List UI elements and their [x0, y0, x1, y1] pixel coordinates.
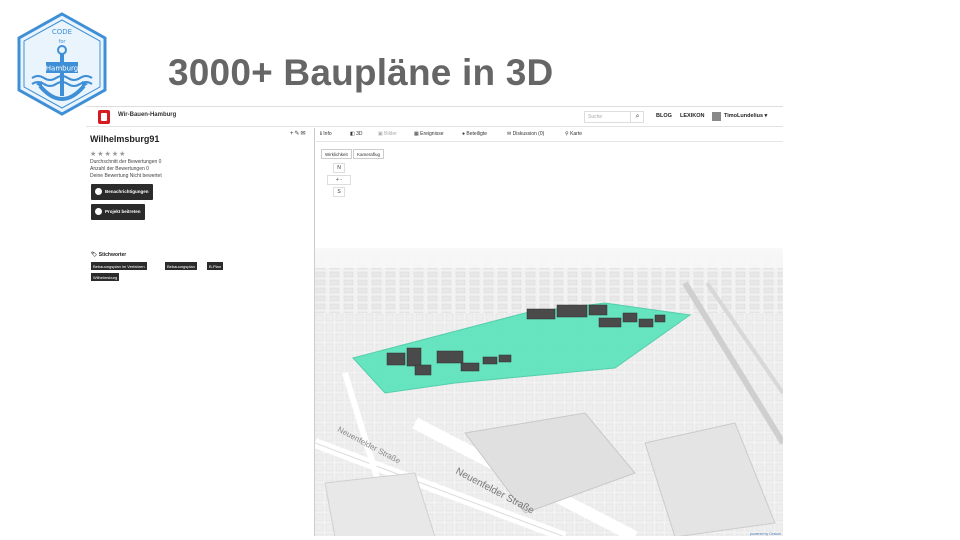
tags-heading: 🏷 Stichworter	[91, 252, 127, 258]
tab-ereignisse-label: Ereignisse	[420, 131, 444, 137]
logo-text-code: CODE	[52, 28, 72, 36]
meta-count: Anzahl der Bewertungen 0	[90, 166, 149, 172]
map-credit[interactable]: powered by Cesium	[750, 532, 781, 536]
site-name[interactable]: Wir-Bauen-Hamburg	[118, 112, 176, 118]
join-project-button[interactable]: Projekt beitreten	[91, 204, 145, 220]
project-title: Wilhelmsburg91	[90, 134, 160, 144]
tab-beteiligte[interactable]: ● Beteiligte	[462, 131, 487, 137]
tab-diskussion-label: Diskussion (0)	[512, 131, 545, 137]
tag-item[interactable]: Bebauungsplan	[165, 262, 197, 270]
tab-info-label: Info	[323, 131, 332, 137]
logo-text-for: for	[59, 39, 67, 45]
search-icon[interactable]: ⌕	[630, 111, 644, 123]
tab-info[interactable]: ℹ Info	[320, 131, 332, 137]
tags-heading-label: Stichworter	[98, 252, 127, 258]
tab-beteiligte-label: Beteiligte	[466, 131, 487, 137]
notifications-button-label: Benachrichtigungen	[105, 189, 149, 194]
nav-link-blog[interactable]: BLOG	[656, 113, 672, 119]
tag-item[interactable]: Wilhelmsburg	[91, 273, 120, 281]
tab-karte-label: Karte	[570, 131, 583, 137]
slide-title: 3000+ Baupläne in 3D	[168, 52, 554, 93]
meta-own-rating: Deine Bewertung Nicht bewertet	[90, 173, 162, 179]
slide: CODE for Hamburg 3000+ Baupläne in 3D Wi…	[0, 0, 960, 540]
tab-bilder-label: Bilder	[384, 131, 397, 137]
logo-text-hamburg: Hamburg	[46, 65, 78, 73]
tab-bilder[interactable]: ▣ Bilder	[378, 131, 397, 137]
code-for-hamburg-logo: CODE for Hamburg	[17, 12, 107, 116]
zoom-control[interactable]: + -	[327, 175, 351, 185]
tab-karte[interactable]: ⚲ Karte	[565, 131, 582, 137]
tab-3d-label: 3D	[356, 131, 363, 137]
project-tabs: ℹ Info ◧ 3D ▣ Bilder ▦ Ereignisse ● Bete…	[316, 128, 783, 142]
map-canvas[interactable]: Neuenfelder Straße Neuenfelder Straße	[315, 143, 783, 536]
notifications-button[interactable]: Benachrichtigungen	[91, 184, 153, 200]
join-project-button-label: Projekt beitreten	[105, 209, 141, 214]
rating-stars[interactable]: ★★★★★	[90, 150, 126, 158]
avatar[interactable]	[712, 112, 721, 121]
camera-flight-button[interactable]: Kameraflug	[353, 149, 385, 159]
bell-icon	[95, 188, 102, 195]
compass-south[interactable]: S	[333, 187, 345, 197]
compass-north[interactable]: N	[333, 163, 345, 173]
nav-link-lexikon[interactable]: LEXIKON	[680, 113, 704, 119]
tab-diskussion[interactable]: ✉ Diskussion (0)	[507, 131, 544, 137]
user-menu[interactable]: TimoLundelius ▾	[724, 113, 767, 119]
tab-ereignisse[interactable]: ▦ Ereignisse	[414, 131, 443, 137]
project-sidebar: Wilhelmsburg91 +✎✉ ★★★★★ Durchschnitt de…	[86, 128, 315, 536]
tab-3d[interactable]: ◧ 3D	[350, 131, 363, 137]
hamburg-logo-icon[interactable]	[98, 110, 110, 124]
tag-item[interactable]: Bebauungsplan im Verfahren	[91, 262, 147, 270]
join-icon	[95, 208, 102, 215]
embedded-screenshot: Wir-Bauen-Hamburg Suche ⌕ BLOG LEXIKON T…	[86, 106, 783, 536]
site-topbar: Wir-Bauen-Hamburg Suche ⌕ BLOG LEXIKON T…	[86, 107, 783, 127]
meta-average: Durchschnitt der Bewertungen 0	[90, 159, 162, 165]
map-3d-view[interactable]: Neuenfelder Straße Neuenfelder Straße Wi…	[315, 143, 783, 536]
sidebar-tools-icon[interactable]: +✎✉	[290, 130, 307, 137]
tag-item[interactable]: B-Plan	[207, 262, 224, 270]
reality-toggle-button[interactable]: Wirklichkeit	[321, 149, 352, 159]
